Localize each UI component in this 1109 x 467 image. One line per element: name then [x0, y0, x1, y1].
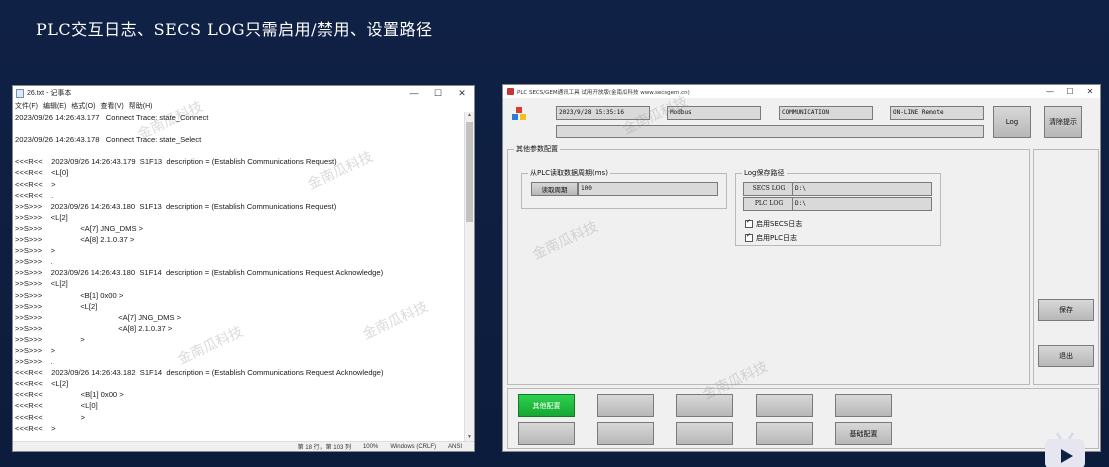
- log-path-title: Log保存路径: [742, 168, 787, 178]
- notepad-line: <<<R<< 2023/09/26 14:26:43.182 S1F14 des…: [15, 368, 384, 378]
- notepad-line: >>S>>> 2023/09/26 14:26:43.180 S1F13 des…: [15, 201, 337, 211]
- notepad-line: >>S>>> <A[8] 2.1.0.37 >: [15, 323, 173, 333]
- status-eol: Windows (CRLF): [390, 443, 436, 450]
- slide-title: PLC交互日志、SECS LOG只需启用/禁用、设置路径: [36, 20, 433, 39]
- close-icon[interactable]: ✕: [450, 86, 474, 100]
- menu-edit[interactable]: 编辑(E): [43, 101, 66, 111]
- maximize-icon[interactable]: ☐: [426, 86, 450, 100]
- notepad-line: >>S>>> .: [15, 357, 53, 367]
- plc-app-icon: [507, 88, 514, 95]
- protocol-field: Modbus: [667, 106, 761, 120]
- checkbox-checked-icon[interactable]: [745, 232, 753, 242]
- secs-log-label: SECS LOG: [743, 182, 793, 196]
- notepad-line: <<<R<< <L[0]: [15, 401, 98, 411]
- nav-button-3[interactable]: [676, 394, 733, 417]
- notepad-line: [13, 123, 465, 134]
- notepad-line: <<<R<< .: [15, 190, 54, 200]
- message-bar: [556, 125, 984, 138]
- enable-plc-log-label: 启用PLC日志: [756, 234, 798, 242]
- status-encoding: ANSI: [447, 443, 462, 450]
- notepad-line: <<<R<< <L[2]: [15, 379, 69, 389]
- minimize-icon[interactable]: —: [1040, 85, 1060, 98]
- notepad-line: <<<R<< <B[1] 0x00 >: [15, 390, 124, 400]
- notepad-line: >>S>>> >: [15, 334, 85, 344]
- exit-button[interactable]: 退出: [1038, 345, 1094, 367]
- minimize-icon[interactable]: —: [402, 86, 426, 100]
- close-icon[interactable]: ✕: [1080, 85, 1100, 98]
- notepad-line: <<<R<< >: [15, 423, 56, 433]
- notepad-line: >>S>>> >: [15, 345, 56, 355]
- notepad-line: >>S>>> <L[2]: [15, 279, 68, 289]
- notepad-text-area[interactable]: 2023/09/26 14:26:43.177 Connect Trace: s…: [13, 112, 465, 442]
- plc-titlebar: PLC SECS/GEM通讯工具 试用开放版(金南瓜科技 www.secsgem…: [503, 85, 1100, 98]
- comm-state-field: COMMUNICATION: [779, 106, 873, 120]
- control-state-field: ON-LINE Remote: [890, 106, 984, 120]
- read-period-input[interactable]: 100: [578, 182, 718, 196]
- notepad-line: >>S>>> >: [15, 246, 56, 256]
- plc-tool-window: PLC SECS/GEM通讯工具 试用开放版(金南瓜科技 www.secsgem…: [502, 84, 1101, 452]
- notepad-line: <<<R<< >: [15, 179, 56, 189]
- maximize-icon[interactable]: ☐: [1060, 85, 1080, 98]
- scroll-up-icon[interactable]: ▲: [465, 112, 474, 120]
- enable-secs-log-checkbox[interactable]: 启用SECS日志: [745, 218, 803, 229]
- nav-button-9[interactable]: [756, 422, 813, 445]
- notepad-app-icon: [16, 88, 24, 98]
- basic-config-tab-button[interactable]: 基础配置: [835, 422, 892, 445]
- status-position: 第 18 行，第 103 列: [297, 445, 351, 451]
- notepad-window: 26.txt - 记事本 — ☐ ✕ 文件(F) 编辑(E) 格式(O) 查看(…: [12, 85, 475, 452]
- checkbox-checked-icon[interactable]: [745, 218, 753, 228]
- other-config-tab-button[interactable]: 其他配置: [518, 394, 575, 417]
- other-params-title: 其他参数配置: [514, 144, 560, 154]
- notepad-line: >>S>>> <A[7] JNG_DMS >: [15, 223, 144, 233]
- nav-button-8[interactable]: [676, 422, 733, 445]
- nav-button-6[interactable]: [518, 422, 575, 445]
- save-button[interactable]: 保存: [1038, 299, 1094, 321]
- menu-help[interactable]: 帮助(H): [129, 101, 153, 111]
- network-blocks-icon: [512, 107, 526, 120]
- nav-button-5[interactable]: [835, 394, 892, 417]
- menu-view[interactable]: 查看(V): [100, 101, 123, 111]
- enable-secs-log-label: 启用SECS日志: [756, 220, 803, 228]
- notepad-line: >>S>>> <L[2]: [15, 301, 98, 311]
- notepad-vertical-scrollbar[interactable]: ▲ ▼: [464, 112, 474, 442]
- video-tv-icon: [1045, 432, 1085, 467]
- status-zoom: 100%: [362, 443, 379, 450]
- notepad-titlebar: 26.txt - 记事本 — ☐ ✕: [13, 86, 474, 100]
- notepad-line: 2023/09/26 14:26:43.178 Connect Trace: s…: [15, 135, 202, 145]
- notepad-line: 2023/09/26 14:26:43.177 Connect Trace: s…: [15, 113, 209, 122]
- menu-format[interactable]: 格式(O): [71, 101, 95, 111]
- nav-button-4[interactable]: [756, 394, 813, 417]
- notepad-menubar: 文件(F) 编辑(E) 格式(O) 查看(V) 帮助(H): [13, 100, 474, 111]
- read-period-button[interactable]: 读取周期: [531, 182, 578, 196]
- notepad-line: <<<R<< >: [15, 412, 86, 422]
- notepad-line: <<<R<< <L[0]: [15, 168, 69, 178]
- notepad-line: <<<R<< 2023/09/26 14:26:43.179 S1F13 des…: [15, 157, 337, 167]
- notepad-line: >>S>>> <B[1] 0x00 >: [15, 290, 124, 300]
- plc-log-label: PLC LOG: [743, 197, 793, 211]
- notepad-statusbar: 第 18 行，第 103 列 100% Windows (CRLF) ANSI: [13, 441, 474, 451]
- scrollbar-thumb[interactable]: [466, 122, 473, 222]
- notepad-title: 26.txt - 记事本: [27, 90, 72, 97]
- plc-log-path-input[interactable]: D:\: [792, 197, 932, 211]
- notepad-line: >>S>>> <A[7] JNG_DMS >: [15, 312, 182, 322]
- menu-file[interactable]: 文件(F): [15, 101, 38, 111]
- enable-plc-log-checkbox[interactable]: 启用PLC日志: [745, 232, 798, 243]
- notepad-line: >>S>>> .: [15, 257, 53, 267]
- notepad-line: [13, 145, 465, 156]
- read-period-title: 从PLC读取数据周期(ms): [528, 168, 610, 178]
- nav-button-7[interactable]: [597, 422, 654, 445]
- log-button[interactable]: Log: [993, 106, 1031, 138]
- nav-button-2[interactable]: [597, 394, 654, 417]
- notepad-line: >>S>>> 2023/09/26 14:26:43.180 S1F14 des…: [15, 268, 384, 278]
- notepad-line: >>S>>> <A[8] 2.1.0.37 >: [15, 235, 135, 245]
- plc-window-title: PLC SECS/GEM通讯工具 试用开放版(金南瓜科技 www.secsgem…: [517, 89, 690, 96]
- secs-log-path-input[interactable]: D:\: [792, 182, 932, 196]
- datetime-field: 2023/9/28 15:35:16: [556, 106, 650, 120]
- clear-hints-button[interactable]: 清除提示: [1044, 106, 1082, 138]
- notepad-line: >>S>>> <L[2]: [15, 212, 68, 222]
